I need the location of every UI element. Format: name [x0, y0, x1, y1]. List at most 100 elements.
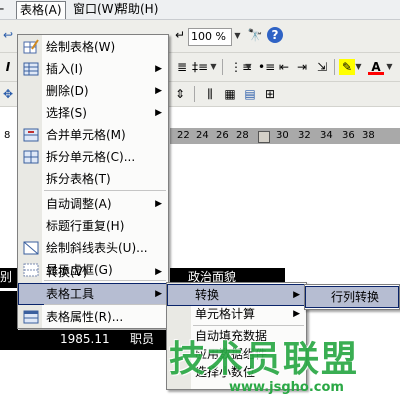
ruler-number: 24	[196, 130, 209, 141]
menu-item-8[interactable]: 自动调整(A) ▶	[18, 193, 168, 215]
menu-item-label: 插入(I)	[46, 62, 83, 76]
menu-item-label: 单元格计算	[195, 307, 256, 321]
ruler-number: 34	[320, 130, 333, 141]
distribute-columns-icon[interactable]: ⫼	[202, 86, 218, 102]
zoom-dropdown-icon[interactable]: ▼	[234, 28, 241, 44]
toolbar-partial-icon[interactable]: ✥	[0, 86, 16, 102]
submenu-arrow-icon: ▶	[155, 289, 162, 299]
menu-item-label: 标题行重复(H)	[46, 219, 125, 233]
italic-icon[interactable]: I	[0, 59, 16, 75]
submenu-arrow-icon: ▶	[293, 290, 300, 300]
menu-item-10[interactable]: 绘制斜线表头(U)...	[18, 237, 168, 259]
menu-item-label: 自动调整(A)	[46, 197, 112, 211]
table-row[interactable]: 1985.11 职员	[0, 330, 168, 350]
watermark-title: 技术员联盟	[169, 339, 360, 380]
menu-item-label: 绘制表格(W)	[46, 40, 116, 54]
menu-bar: ╴ 表格(A) 窗口(W) 帮助(H)	[0, 0, 400, 20]
increase-indent-icon[interactable]: ⇥	[294, 59, 310, 75]
decrease-indent-icon[interactable]: ⇤	[276, 59, 292, 75]
menu-item-7[interactable]: 拆分表格(T)	[18, 168, 168, 190]
menu-item-5[interactable]: 合并单元格(M)	[18, 124, 168, 146]
split-cells-icon	[23, 149, 39, 165]
text-direction-icon[interactable]: ⇲	[314, 59, 330, 75]
insert-table-icon	[23, 61, 39, 77]
table-autoformat-icon[interactable]: ▦	[222, 86, 238, 102]
menu-item-6[interactable]: 拆分单元格(C)...	[18, 146, 168, 168]
ruler-number: 36	[342, 130, 355, 141]
merge-cells-icon	[23, 127, 39, 143]
menu-item-label: 表格工具	[46, 287, 95, 301]
menu-table[interactable]: 表格(A)	[16, 1, 66, 19]
binoculars-icon[interactable]: 🔭	[247, 27, 263, 43]
menu-separator	[44, 304, 166, 305]
toolbar-separator	[334, 59, 335, 75]
menu-item-4[interactable]: 选择(S) ▶	[18, 102, 168, 124]
submenu-arrow-icon: ▶	[155, 86, 162, 96]
menu-item-label: 拆分表格(T)	[46, 172, 111, 186]
table-row-edge	[0, 291, 18, 311]
font-color-icon[interactable]: A	[368, 59, 384, 75]
menu-separator	[44, 190, 166, 191]
toolbar-separator	[194, 86, 195, 102]
submenu-item-2[interactable]: 单元格计算 ▶	[167, 304, 306, 324]
menu-item-label: 行列转换	[331, 290, 380, 304]
menu-item-14[interactable]: 表格属性(R)...	[18, 306, 168, 328]
menu-item-label: 选择(S)	[46, 106, 87, 120]
menu-item-2[interactable]: 插入(I) ▶	[18, 58, 168, 80]
toolbar-separator	[222, 59, 223, 75]
table-grid-icon[interactable]: ⊞	[262, 86, 278, 102]
ruler-column-marker[interactable]	[258, 131, 270, 143]
menu-item-label: 绘制斜线表头(U)...	[46, 241, 148, 255]
menu-separator	[193, 325, 304, 326]
table-properties-icon	[23, 309, 39, 325]
highlighter-icon[interactable]: ✎	[339, 59, 355, 75]
ruler-number: 8	[4, 130, 11, 141]
submenu-arrow-icon: ▶	[155, 199, 162, 209]
align-justify-icon[interactable]: ≣	[174, 59, 190, 75]
show-hide-marks-icon[interactable]: ↵	[172, 27, 188, 43]
cell-text: 职员	[130, 332, 155, 346]
menu-item-label: 转换	[195, 288, 220, 302]
cell-text: 1985.11	[60, 332, 110, 346]
submenu-arrow-icon: ▶	[155, 64, 162, 74]
font-color-dropdown-icon[interactable]: ▼	[386, 59, 393, 75]
ruler-number: 38	[362, 130, 375, 141]
menu-item-1[interactable]: 绘制表格(W)	[18, 36, 168, 58]
ruler-number: 32	[298, 130, 311, 141]
numbering-dropdown-icon[interactable]: ▼	[245, 59, 252, 75]
menu-help[interactable]: 帮助(H)	[113, 1, 161, 18]
undo-icon[interactable]: ↩	[0, 27, 16, 43]
zoom-select[interactable]: 100 %	[188, 28, 232, 46]
numbering-icon[interactable]: ⋮≡	[230, 59, 252, 75]
cell-text: 别	[0, 270, 13, 284]
menu-item-3[interactable]: 删除(D) ▶	[18, 80, 168, 102]
ruler-number: 30	[276, 130, 289, 141]
table-cell[interactable]: 别	[0, 268, 18, 288]
menu-item-label: 表格属性(R)...	[46, 310, 124, 324]
distribute-rows-icon[interactable]: ⇕	[172, 86, 188, 102]
help-icon[interactable]: ?	[267, 27, 283, 43]
table-style-icon[interactable]: ▤	[242, 86, 258, 102]
submenu-arrow-icon: ▶	[293, 309, 300, 319]
line-spacing-dropdown-icon[interactable]: ▼	[210, 59, 217, 75]
watermark: 技术员联盟 www.jsgho.com	[165, 330, 400, 404]
menu-item-row-column-convert[interactable]: 行列转换	[305, 286, 399, 308]
diagonal-header-icon	[23, 240, 39, 256]
pencil-table-icon	[23, 39, 39, 55]
ruler-number: 22	[177, 130, 190, 141]
highlight-dropdown-icon[interactable]: ▼	[355, 59, 362, 75]
menu-item-label: 拆分单元格(C)...	[46, 150, 136, 164]
ruler-number: 26	[216, 130, 229, 141]
menu-item-9[interactable]: 标题行重复(H)	[18, 215, 168, 237]
menu-item-label: 合并单元格(M)	[46, 128, 126, 142]
menu-partial-edge: ╴	[0, 2, 8, 16]
table-menu: 绘制表格(W) 插入(I) ▶ 删除(D) ▶ 选择(S) ▶ 合并单元格(M) 拆分单元格(C…	[17, 34, 169, 329]
convert-submenu: 行列转换	[304, 284, 400, 310]
submenu-arrow-icon: ▶	[155, 108, 162, 118]
menu-item-label: 删除(D)	[46, 84, 89, 98]
table-row-edge	[0, 311, 18, 331]
submenu-item-1[interactable]: 转换 ▶	[167, 284, 306, 306]
line-spacing-icon[interactable]: ‡≡	[192, 59, 208, 75]
bullets-icon[interactable]: •≡	[258, 59, 275, 75]
menu-item-13[interactable]: 表格工具 ▶	[18, 283, 168, 305]
